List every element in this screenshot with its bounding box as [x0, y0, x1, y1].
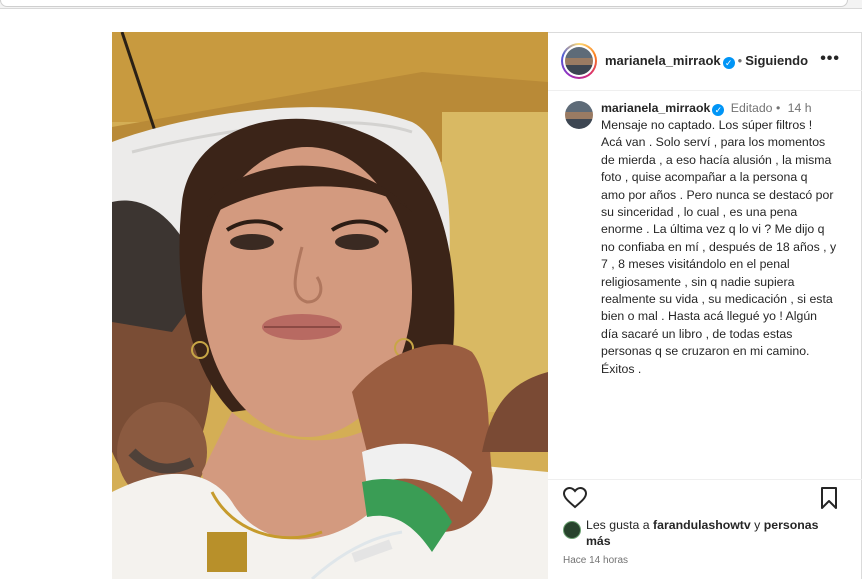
post-actions: Les gusta a farandulashowtv y personas m…: [548, 479, 862, 580]
browser-top-strip: [0, 0, 862, 9]
verified-badge-icon: ✓: [712, 104, 725, 116]
post-image: [112, 32, 548, 579]
verified-badge-icon: ✓: [722, 57, 735, 69]
address-bar[interactable]: [0, 0, 848, 7]
caption-header: marianela_mirraok ✓ Editado • 14 h: [601, 101, 812, 116]
caption-text: Mensaje no captado. Los súper filtros ! …: [601, 118, 837, 376]
post-photo[interactable]: [112, 32, 548, 579]
post-timestamp[interactable]: Hace 14 horas: [563, 555, 628, 566]
author-row: marianela_mirraok ✓ • Siguiendo: [605, 53, 808, 69]
caption-username[interactable]: marianela_mirraok: [601, 101, 710, 115]
caption-avatar[interactable]: [565, 101, 593, 129]
likes-conjunction: y: [754, 518, 761, 532]
following-button[interactable]: Siguiendo: [745, 53, 808, 68]
more-options-icon[interactable]: •••: [820, 50, 840, 68]
author-avatar[interactable]: [561, 43, 597, 79]
post-caption: marianela_mirraok ✓ Editado • 14 h Mensaj…: [548, 91, 862, 479]
edited-label: Editado: [730, 101, 773, 115]
likes-prefix: Les gusta a: [586, 518, 650, 532]
author-username[interactable]: marianela_mirraok: [605, 53, 721, 68]
likes-summary: Les gusta a farandulashowtv y personas m…: [586, 518, 846, 549]
liker-username[interactable]: farandulashowtv: [653, 518, 751, 532]
liker-avatar[interactable]: [563, 521, 581, 539]
post-header: marianela_mirraok ✓ • Siguiendo •••: [548, 33, 862, 91]
post-side-panel: marianela_mirraok ✓ • Siguiendo ••• mariane…: [548, 32, 862, 579]
separator: •: [737, 53, 743, 68]
bookmark-icon[interactable]: [820, 487, 838, 509]
caption-time[interactable]: 14 h: [788, 101, 812, 115]
heart-icon[interactable]: [563, 487, 587, 509]
separator: •: [775, 101, 781, 115]
